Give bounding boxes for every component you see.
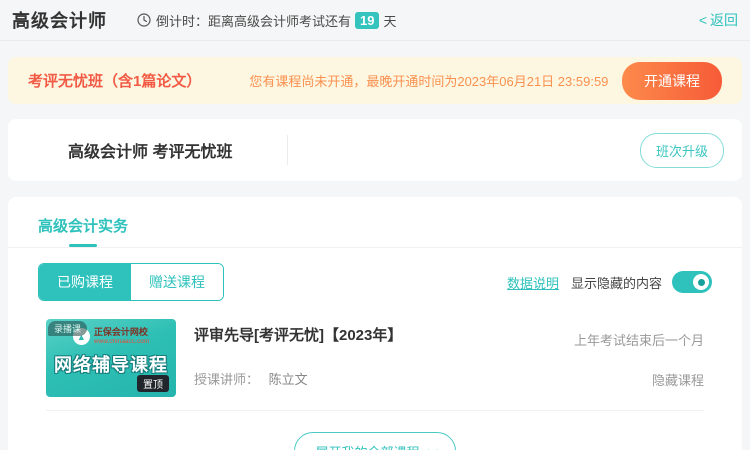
tab-subject-advanced-accounting-practice[interactable]: 高级会计实务	[38, 215, 128, 247]
data-note-link[interactable]: 数据说明	[507, 273, 559, 292]
toggle-knob	[693, 274, 709, 290]
class-card: 高级会计师 考评无忧班 班次升级	[8, 119, 742, 181]
brand-name: 正保会计网校	[93, 327, 148, 337]
chevron-down-icon	[427, 445, 438, 450]
right-controls: 数据说明 显示隐藏的内容	[507, 271, 712, 293]
expand-button-label: 展开我的全部课程	[315, 442, 419, 450]
active-tab-underline	[69, 244, 97, 247]
show-hidden-toggle[interactable]	[672, 271, 712, 293]
course-type-tab-group: 已购课程 赠送课程	[38, 263, 224, 301]
course-list-item: 录播课 ▲ 正保会计网校 www.chinaacc.com 网络辅导课程 置顶 …	[8, 319, 742, 397]
banner-message: 您有课程尚未开通，最晚开通时间为2023年06月21日 23:59:59	[249, 74, 609, 89]
pinned-badge: 置顶	[137, 375, 169, 392]
class-title: 高级会计师 考评无忧班	[68, 144, 233, 161]
back-link[interactable]: < 返回	[699, 10, 738, 30]
course-info: 评审先导[考评无忧]【2023年】 授课讲师： 陈立文	[194, 319, 402, 397]
top-header: 高级会计师 倒计时：距离高级会计师考试还有 19 天 < 返回	[0, 0, 750, 41]
class-upgrade-button[interactable]: 班次升级	[639, 132, 724, 168]
open-course-button[interactable]: 开通课程	[622, 61, 722, 100]
course-title[interactable]: 评审先导[考评无忧]【2023年】	[194, 324, 402, 345]
countdown-days-badge: 19	[355, 11, 380, 29]
brand-url: www.chinaacc.com	[93, 337, 150, 345]
tab-purchased-courses[interactable]: 已购课程	[39, 264, 131, 300]
clock-icon	[137, 13, 151, 27]
teacher-line: 授课讲师： 陈立文	[194, 369, 402, 388]
tab-gift-courses[interactable]: 赠送课程	[131, 264, 223, 300]
subject-tabs-row: 高级会计实务	[8, 197, 742, 248]
course-right-meta: 上年考试结束后一个月 隐藏课程	[574, 319, 704, 397]
chevron-left-icon: <	[698, 12, 707, 28]
course-thumbnail[interactable]: 录播课 ▲ 正保会计网校 www.chinaacc.com 网络辅导课程 置顶	[46, 319, 176, 397]
thumbnail-title: 网络辅导课程	[54, 355, 168, 376]
banner-title: 考评无忧班（含1篇论文）	[28, 73, 202, 90]
course-list-card: 高级会计实务 已购课程 赠送课程 数据说明 显示隐藏的内容 录播课 ▲ 正保会计…	[8, 197, 742, 450]
exam-countdown: 倒计时：距离高级会计师考试还有 19 天	[137, 11, 397, 30]
countdown-label: 倒计时：距离高级会计师考试还有	[156, 13, 352, 29]
countdown-suffix: 天	[383, 13, 397, 29]
teacher-name: 陈立文	[268, 372, 308, 387]
show-hidden-label: 显示隐藏的内容	[570, 275, 662, 291]
page-title: 高级会计师	[12, 11, 107, 31]
back-link-label: 返回	[710, 12, 738, 28]
hide-course-link[interactable]: 隐藏课程	[574, 370, 704, 389]
expand-all-courses-button[interactable]: 展开我的全部课程	[294, 432, 456, 450]
recorded-course-badge: 录播课	[48, 321, 88, 336]
course-activation-banner: 考评无忧班（含1篇论文） 您有课程尚未开通，最晚开通时间为2023年06月21日…	[8, 57, 742, 104]
controls-row: 已购课程 赠送课程 数据说明 显示隐藏的内容	[8, 263, 742, 301]
horizontal-divider	[46, 410, 704, 411]
vertical-divider	[287, 135, 289, 165]
course-validity: 上年考试结束后一个月	[573, 333, 704, 348]
subject-tab-label: 高级会计实务	[38, 218, 129, 235]
teacher-label: 授课讲师：	[194, 372, 260, 387]
expand-wrap: 展开我的全部课程	[8, 432, 742, 450]
